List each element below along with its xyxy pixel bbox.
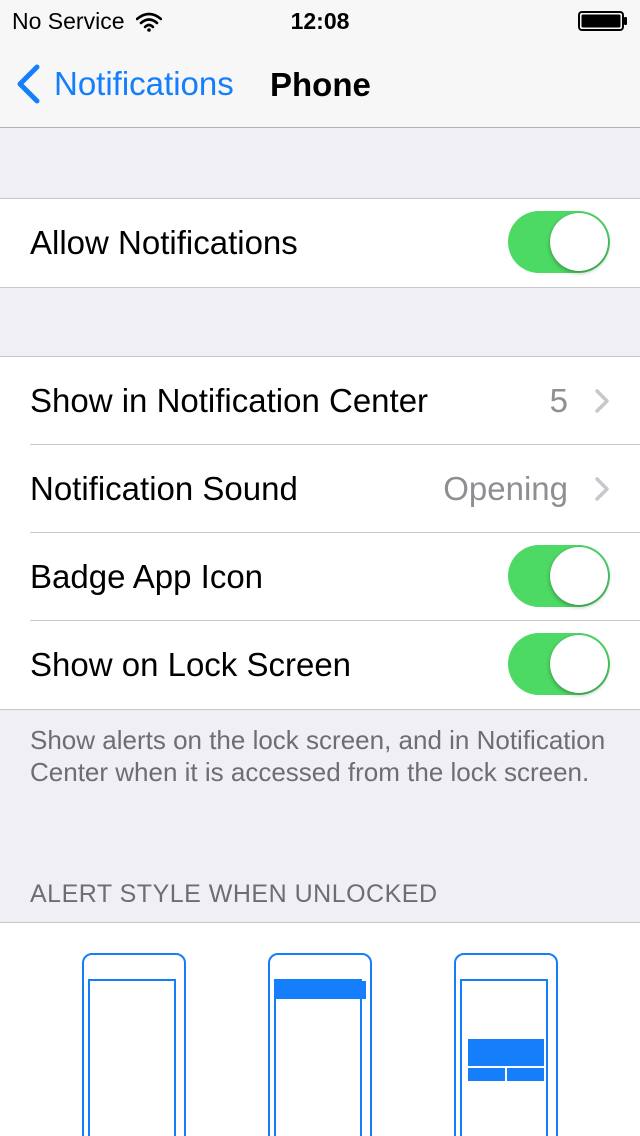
badge-app-icon-toggle[interactable] bbox=[508, 545, 610, 607]
allow-notifications-group: Allow Notifications bbox=[0, 198, 640, 288]
navigation-bar: Notifications Phone bbox=[0, 40, 640, 128]
badge-app-icon-row: Badge App Icon bbox=[0, 532, 640, 621]
chevron-right-icon bbox=[595, 477, 609, 501]
phone-screen bbox=[88, 979, 176, 1136]
alert-preview bbox=[468, 1039, 544, 1081]
page-title: Phone bbox=[270, 66, 371, 103]
show-in-notification-center-value: 5 bbox=[549, 382, 568, 419]
status-bar: No Service 12:08 bbox=[0, 0, 640, 40]
battery-icon bbox=[578, 11, 627, 31]
back-button[interactable]: Notifications bbox=[14, 62, 234, 106]
alert-style-picker bbox=[0, 922, 640, 1136]
toggle-knob bbox=[550, 635, 608, 693]
show-on-lock-screen-row: Show on Lock Screen bbox=[0, 620, 640, 709]
lock-screen-footer-note: Show alerts on the lock screen, and in N… bbox=[30, 725, 606, 787]
show-on-lock-screen-toggle[interactable] bbox=[508, 633, 610, 695]
allow-notifications-row: Allow Notifications bbox=[0, 199, 640, 287]
alert-style-banners[interactable] bbox=[268, 953, 372, 1136]
alert-style-alerts[interactable] bbox=[454, 953, 558, 1136]
show-in-notification-center-row[interactable]: Show in Notification Center 5 bbox=[0, 357, 640, 445]
toggle-knob bbox=[550, 547, 608, 605]
back-label: Notifications bbox=[54, 65, 234, 102]
alert-style-none[interactable] bbox=[82, 953, 186, 1136]
show-on-lock-screen-label: Show on Lock Screen bbox=[30, 646, 352, 683]
toggle-knob bbox=[550, 213, 608, 271]
allow-notifications-toggle[interactable] bbox=[508, 211, 610, 273]
phone-screen bbox=[274, 979, 362, 1136]
banner-preview bbox=[274, 981, 366, 999]
notification-sound-row[interactable]: Notification Sound Opening bbox=[0, 444, 640, 533]
chevron-left-icon bbox=[17, 64, 40, 104]
notification-sound-label: Notification Sound bbox=[30, 470, 298, 507]
badge-app-icon-label: Badge App Icon bbox=[30, 558, 264, 595]
alert-style-section-header: ALERT STYLE WHEN UNLOCKED bbox=[30, 880, 438, 908]
notification-settings-group: Show in Notification Center 5 Notificati… bbox=[0, 356, 640, 710]
notification-sound-value: Opening bbox=[443, 470, 568, 507]
allow-notifications-label: Allow Notifications bbox=[30, 224, 298, 261]
show-in-notification-center-label: Show in Notification Center bbox=[30, 382, 429, 419]
chevron-right-icon bbox=[595, 389, 609, 413]
status-time: 12:08 bbox=[290, 8, 350, 34]
